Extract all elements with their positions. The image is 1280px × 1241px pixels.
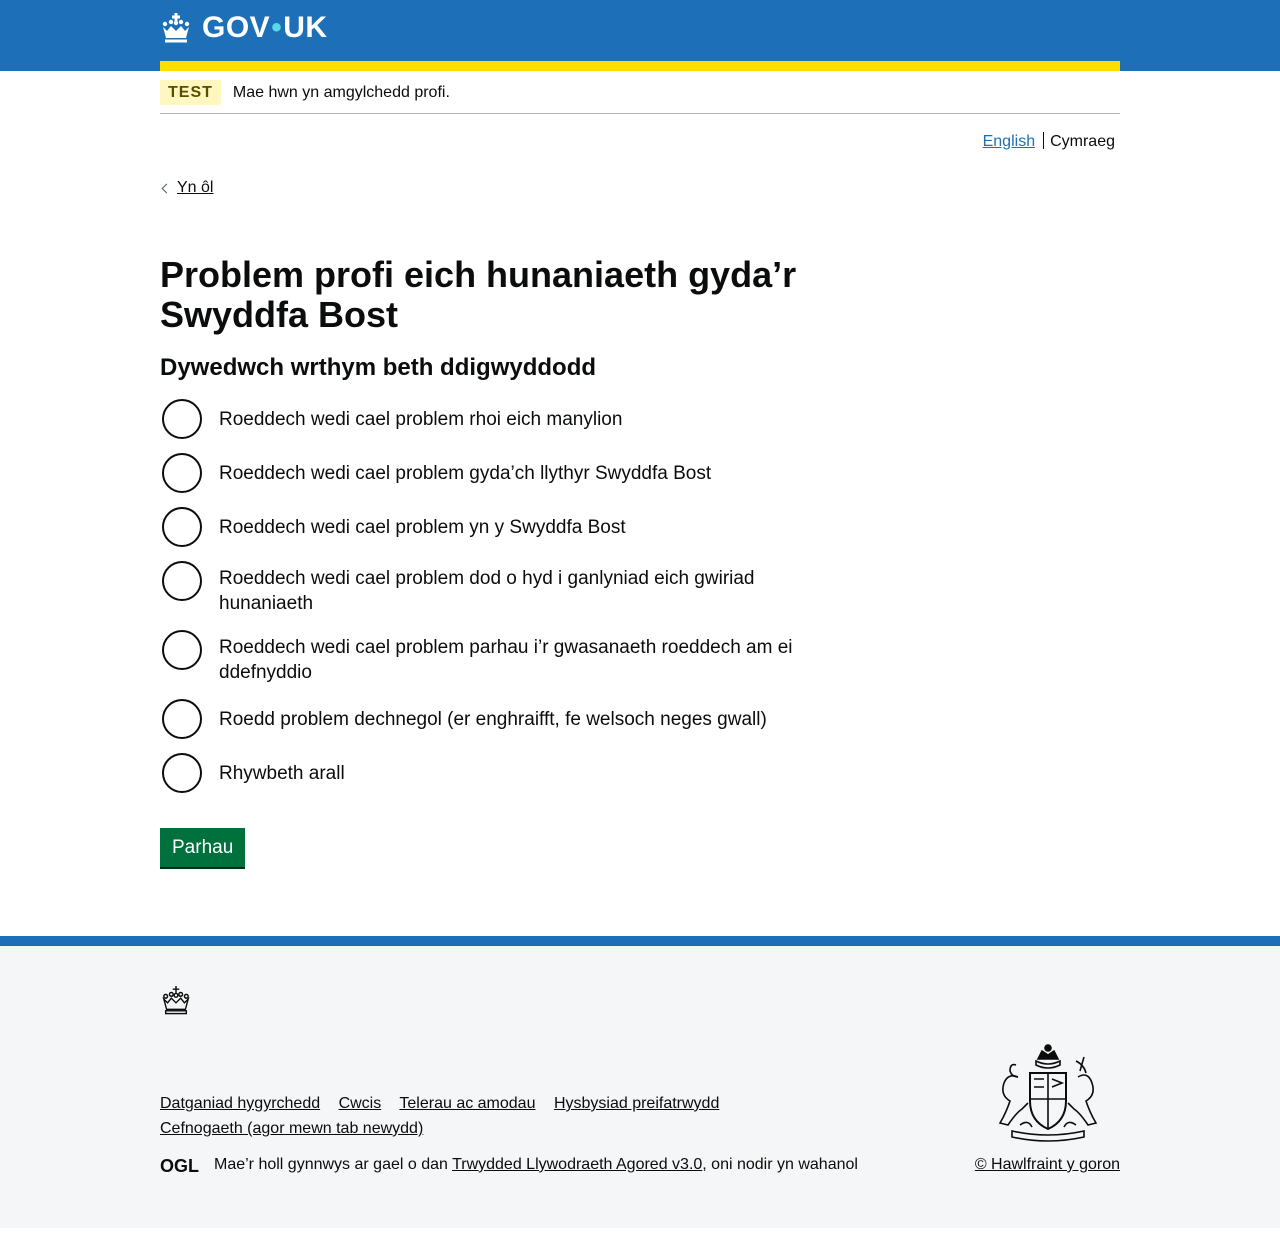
radio-option[interactable]: Roeddech wedi cael problem parhau i’r gw… <box>160 630 800 685</box>
radio-option[interactable]: Roeddech wedi cael problem dod o hyd i g… <box>160 561 800 616</box>
phase-tag: TEST <box>160 80 221 105</box>
footer-link-support[interactable]: Cefnogaeth (agor mewn tab newydd) <box>160 1120 423 1137</box>
radio-button[interactable] <box>162 399 202 439</box>
chevron-left-icon <box>161 183 172 193</box>
phase-banner: TEST Mae hwn yn amgylchedd profi. <box>160 71 1120 114</box>
footer-link-cookies[interactable]: Cwcis <box>339 1095 382 1112</box>
back-link[interactable]: Yn ôl <box>160 179 213 197</box>
footer-link-privacy[interactable]: Hysbysiad preifatrwydd <box>554 1095 719 1112</box>
royal-coat-of-arms-icon <box>998 1044 1098 1142</box>
radio-legend: Dywedwch wrthym beth ddigwyddodd <box>160 354 597 381</box>
language-separator <box>1043 132 1045 149</box>
radio-label[interactable]: Roeddech wedi cael problem yn y Swyddfa … <box>219 507 626 540</box>
footer-licence: OGL Mae’r holl gynnwys ar gael o dan Trw… <box>160 1156 858 1174</box>
crown-icon <box>162 13 190 43</box>
licence-text: Mae’r holl gynnwys ar gael o dan Trwydde… <box>214 1156 858 1173</box>
radio-label[interactable]: Roedd problem dechnegol (er enghraifft, … <box>219 699 767 732</box>
header-yellow-bar <box>160 61 1120 71</box>
radio-option[interactable]: Roeddech wedi cael problem yn y Swyddfa … <box>160 507 800 547</box>
language-english-link[interactable]: English <box>983 133 1035 150</box>
svg-text:OGL: OGL <box>160 1157 199 1174</box>
radio-button[interactable] <box>162 453 202 493</box>
ogl-logo: OGL <box>160 1157 199 1174</box>
logo-text: GOV•UK <box>202 11 328 44</box>
radio-label[interactable]: Roeddech wedi cael problem dod o hyd i g… <box>219 561 800 616</box>
site-footer: Datganiad hygyrchedd Cwcis Telerau ac am… <box>0 936 1280 1228</box>
radio-group: Roeddech wedi cael problem rhoi eich man… <box>160 399 800 793</box>
radio-label[interactable]: Roeddech wedi cael problem gyda’ch llyth… <box>219 453 711 486</box>
back-link-label: Yn ôl <box>177 179 214 196</box>
radio-option[interactable]: Roeddech wedi cael problem rhoi eich man… <box>160 399 800 439</box>
site-header: GOV•UK <box>0 0 1280 71</box>
radio-button[interactable] <box>162 699 202 739</box>
radio-button[interactable] <box>162 630 202 670</box>
footer-links: Datganiad hygyrchedd Cwcis Telerau ac am… <box>160 1091 760 1141</box>
radio-label[interactable]: Rhywbeth arall <box>219 753 345 786</box>
radio-label[interactable]: Roeddech wedi cael problem parhau i’r gw… <box>219 630 800 685</box>
continue-button[interactable]: Parhau <box>160 828 246 867</box>
phase-text: Mae hwn yn amgylchedd profi. <box>232 83 450 101</box>
radio-option[interactable]: Rhywbeth arall <box>160 753 800 793</box>
licence-link[interactable]: Trwydded Llywodraeth Agored v3.0 <box>452 1156 702 1173</box>
radio-button[interactable] <box>162 753 202 793</box>
crown-icon <box>162 985 190 1015</box>
copyright-link[interactable]: © Hawlfraint y goron <box>975 1156 1120 1174</box>
page-title: Problem profi eich hunaniaeth gyda’r Swy… <box>160 254 797 335</box>
govuk-logo-link[interactable]: GOV•UK <box>160 12 328 44</box>
radio-button[interactable] <box>162 507 202 547</box>
language-welsh-current: Cymraeg <box>1050 133 1115 150</box>
radio-option[interactable]: Roedd problem dechnegol (er enghraifft, … <box>160 699 800 739</box>
radio-option[interactable]: Roeddech wedi cael problem gyda’ch llyth… <box>160 453 800 493</box>
language-toggle: English Cymraeg <box>160 114 1120 151</box>
footer-link-accessibility[interactable]: Datganiad hygyrchedd <box>160 1095 320 1112</box>
radio-label[interactable]: Roeddech wedi cael problem rhoi eich man… <box>219 399 622 432</box>
radio-button[interactable] <box>162 561 202 601</box>
footer-link-terms[interactable]: Telerau ac amodau <box>399 1095 535 1112</box>
